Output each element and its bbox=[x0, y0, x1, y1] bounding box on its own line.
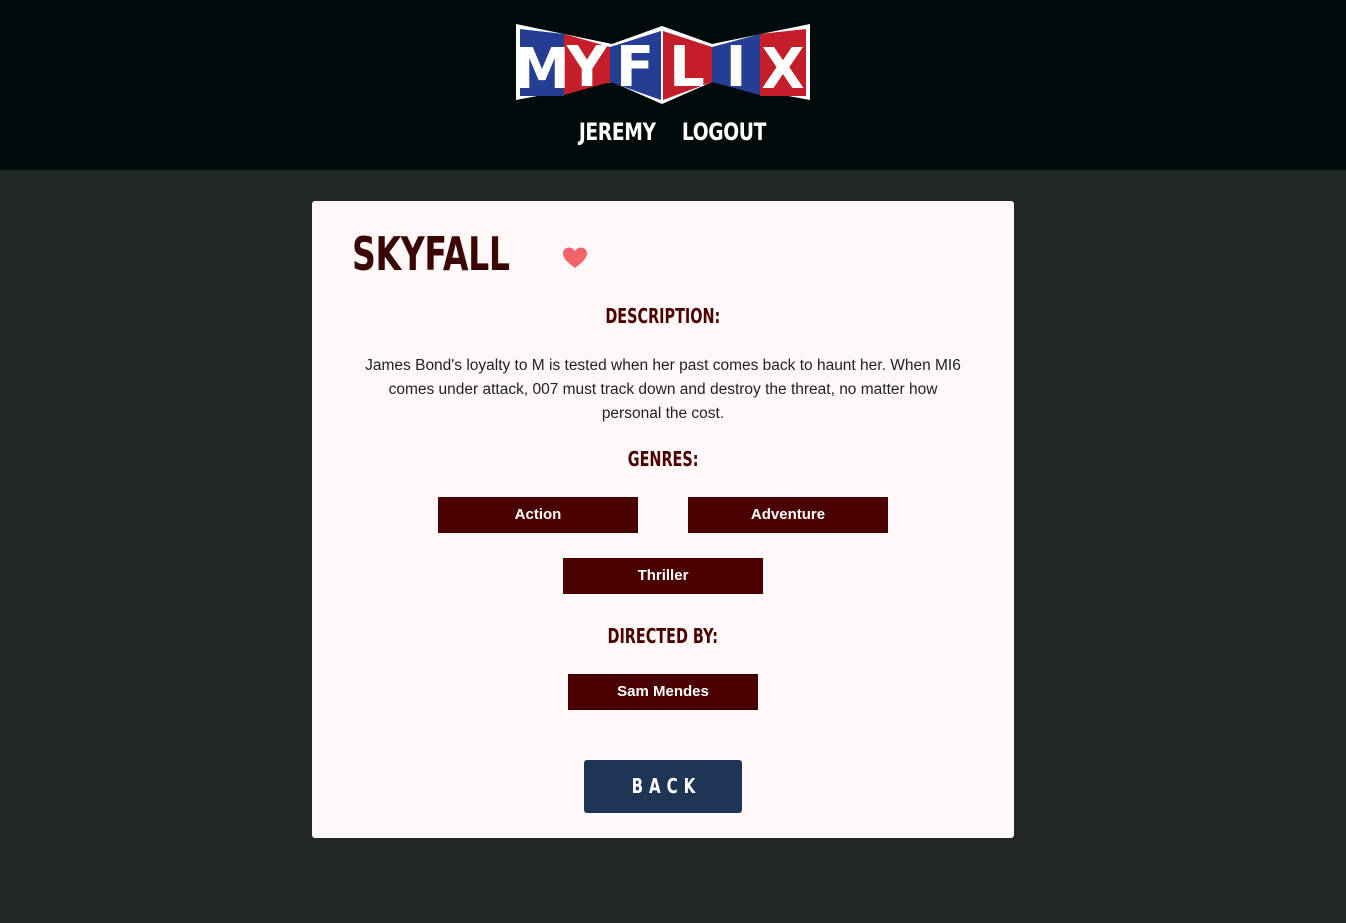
myflix-logo[interactable]: M Y F L I X bbox=[514, 20, 812, 106]
top-nav: JEREMY LOGOUT bbox=[0, 118, 1346, 146]
nav-logout-link[interactable]: LOGOUT bbox=[682, 118, 766, 146]
logo-letter-y: Y bbox=[566, 35, 609, 100]
director-tag[interactable]: Sam Mendes bbox=[568, 674, 758, 710]
movie-description: James Bond's loyalty to M is tested when… bbox=[365, 357, 961, 422]
movie-title: SKYFALL bbox=[352, 227, 510, 281]
genre-tag-adventure[interactable]: Adventure bbox=[688, 497, 888, 533]
movie-card: SKYFALL DESCRIPTION: James Bond's loyalt… bbox=[312, 201, 1014, 838]
logo-letter-x: X bbox=[761, 37, 804, 102]
genre-tag-thriller[interactable]: Thriller bbox=[563, 558, 763, 594]
logo-letter-m: M bbox=[514, 37, 570, 102]
site-header: M Y F L I X JEREMY LOGOUT bbox=[0, 0, 1346, 170]
nav-user-link[interactable]: JEREMY bbox=[579, 118, 656, 146]
logo-letter-l: L bbox=[669, 35, 705, 100]
genres-heading: GENRES: bbox=[627, 447, 699, 471]
favorite-heart-icon[interactable] bbox=[563, 247, 587, 269]
logo-letter-f: F bbox=[616, 35, 654, 100]
director-heading: DIRECTED BY: bbox=[607, 624, 719, 648]
logo-letter-i: I bbox=[726, 35, 747, 100]
genre-tag-action[interactable]: Action bbox=[438, 497, 638, 533]
back-button[interactable]: BACK bbox=[584, 760, 742, 813]
description-heading: DESCRIPTION: bbox=[605, 304, 721, 328]
